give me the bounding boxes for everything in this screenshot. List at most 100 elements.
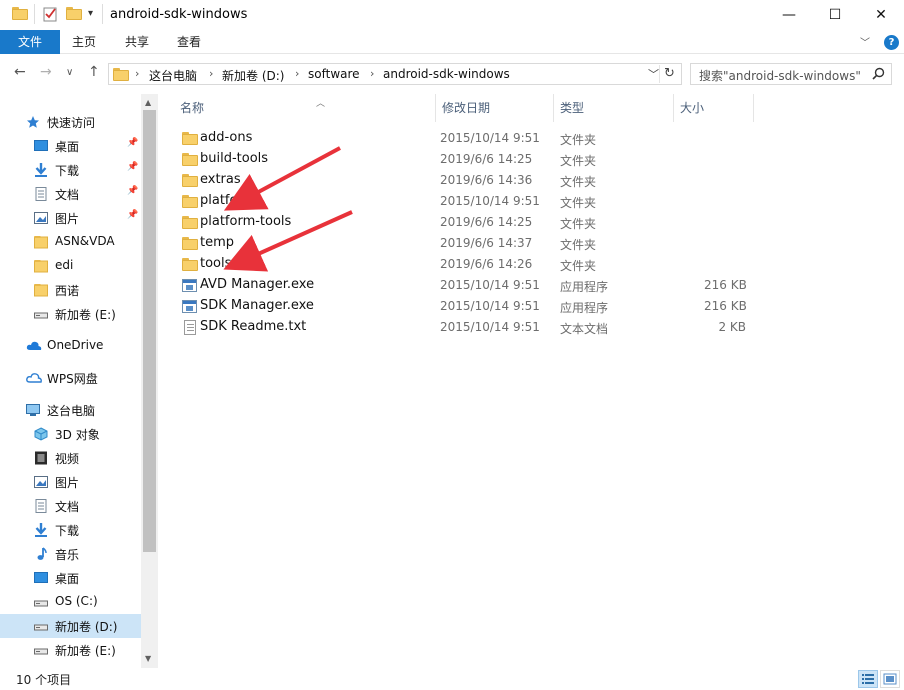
forward-button[interactable]: → bbox=[40, 64, 52, 80]
details-view-button[interactable] bbox=[858, 670, 878, 688]
picture-icon bbox=[34, 211, 48, 225]
file-row[interactable]: add-ons 2015/10/14 9:51 文件夹 bbox=[174, 128, 774, 149]
breadcrumb-software[interactable]: software bbox=[308, 67, 360, 81]
sidebar-item[interactable]: OS (C:) bbox=[0, 590, 141, 614]
sidebar-item-label: 文档 bbox=[55, 500, 80, 514]
sidebar-item-label: 图片 bbox=[55, 476, 80, 490]
sidebar-item[interactable]: 下载 bbox=[0, 518, 141, 542]
sidebar-item-label: 图片 bbox=[55, 212, 80, 226]
file-row[interactable]: platforms 2015/10/14 9:51 文件夹 bbox=[174, 191, 774, 212]
pin-icon[interactable]: 📌 bbox=[127, 138, 138, 148]
cube-icon bbox=[34, 427, 48, 441]
customize-quick-access-icon[interactable]: ▾ bbox=[88, 8, 93, 19]
breadcrumb-android-sdk-windows[interactable]: android-sdk-windows bbox=[383, 67, 510, 81]
file-row[interactable]: build-tools 2019/6/6 14:25 文件夹 bbox=[174, 149, 774, 170]
nav-scrollbar[interactable]: ▲ ▼ bbox=[141, 94, 158, 668]
sidebar-item[interactable]: 图片 bbox=[0, 470, 141, 494]
scroll-down-icon[interactable]: ▼ bbox=[145, 654, 151, 663]
file-date: 2019/6/6 14:25 bbox=[440, 152, 533, 166]
sidebar-item[interactable]: 新加卷 (E:) bbox=[0, 302, 141, 326]
sidebar-item[interactable]: 下载 📌 bbox=[0, 158, 141, 182]
search-input[interactable]: 搜索"android-sdk-windows" bbox=[690, 63, 892, 85]
breadcrumb-drive-d[interactable]: 新加卷 (D:) bbox=[222, 67, 284, 84]
download-icon bbox=[34, 163, 48, 177]
recent-locations-button[interactable]: ∨ bbox=[66, 67, 73, 78]
minimize-button[interactable]: — bbox=[766, 0, 812, 30]
sidebar-item[interactable]: 新加卷 (E:) bbox=[0, 638, 141, 662]
expand-ribbon-icon[interactable]: ﹀ bbox=[860, 34, 870, 49]
file-name: add-ons bbox=[200, 130, 253, 145]
back-button[interactable]: ← bbox=[14, 64, 26, 80]
column-header-name[interactable]: 名称 ︿ bbox=[174, 94, 436, 122]
column-header-type[interactable]: 类型 bbox=[554, 94, 674, 122]
address-dropdown-icon[interactable]: ﹀ bbox=[648, 66, 659, 82]
sidebar-item[interactable]: 3D 对象 bbox=[0, 422, 141, 446]
sidebar-item[interactable]: 文档 bbox=[0, 494, 141, 518]
sidebar-item[interactable]: edi bbox=[0, 254, 141, 278]
large-icons-view-button[interactable] bbox=[880, 670, 900, 688]
breadcrumb-separator[interactable]: › bbox=[135, 67, 139, 80]
tab-file[interactable]: 文件 bbox=[0, 30, 60, 54]
new-folder-icon[interactable] bbox=[66, 7, 82, 21]
tab-view[interactable]: 查看 bbox=[166, 30, 212, 54]
sidebar-item[interactable]: 桌面 bbox=[0, 566, 141, 590]
sidebar-item[interactable]: 图片 📌 bbox=[0, 206, 141, 230]
scrollbar-thumb[interactable] bbox=[143, 110, 156, 552]
refresh-icon[interactable]: ↻ bbox=[659, 65, 679, 83]
file-row[interactable]: temp 2019/6/6 14:37 文件夹 bbox=[174, 233, 774, 254]
folder-icon bbox=[34, 283, 48, 297]
sidebar-item[interactable]: 音乐 bbox=[0, 542, 141, 566]
pin-icon[interactable]: 📌 bbox=[127, 162, 138, 172]
sidebar-item[interactable]: 文档 📌 bbox=[0, 182, 141, 206]
sidebar-item[interactable]: 桌面 📌 bbox=[0, 134, 141, 158]
file-row[interactable]: platform-tools 2019/6/6 14:25 文件夹 bbox=[174, 212, 774, 233]
breadcrumb-separator[interactable]: › bbox=[209, 67, 213, 80]
file-name: SDK Manager.exe bbox=[200, 298, 314, 313]
properties-icon[interactable] bbox=[43, 6, 59, 22]
pin-icon[interactable]: 📌 bbox=[127, 186, 138, 196]
help-icon[interactable]: ? bbox=[884, 35, 899, 50]
desktop-icon bbox=[34, 139, 48, 153]
sidebar-item-label: 下载 bbox=[55, 524, 80, 538]
sidebar-item[interactable]: ASN&VDA bbox=[0, 230, 141, 254]
sidebar-item[interactable]: WPS网盘 bbox=[0, 366, 141, 390]
file-row[interactable]: tools 2019/6/6 14:26 文件夹 bbox=[174, 254, 774, 275]
file-row[interactable]: SDK Manager.exe 2015/10/14 9:51 应用程序 216 KB bbox=[174, 296, 774, 317]
file-name: tools bbox=[200, 256, 232, 271]
sidebar-item[interactable]: 西诺 bbox=[0, 278, 141, 302]
address-bar[interactable]: › 这台电脑 › 新加卷 (D:) › software › android-s… bbox=[108, 63, 682, 85]
sidebar-item[interactable]: 视频 bbox=[0, 446, 141, 470]
close-button[interactable]: ✕ bbox=[858, 0, 904, 30]
breadcrumb-this-pc[interactable]: 这台电脑 bbox=[149, 67, 197, 84]
folder-icon bbox=[34, 235, 48, 249]
sidebar-item-label: OneDrive bbox=[47, 338, 104, 352]
tab-home[interactable]: 主页 bbox=[62, 30, 106, 54]
divider bbox=[34, 4, 35, 24]
file-date: 2019/6/6 14:26 bbox=[440, 257, 533, 271]
tab-share[interactable]: 共享 bbox=[114, 30, 160, 54]
sidebar-item[interactable]: 快速访问 bbox=[0, 110, 141, 134]
sort-ascending-icon: ︿ bbox=[316, 99, 326, 109]
sidebar-item-label: 3D 对象 bbox=[55, 428, 100, 442]
sidebar-item-label: 视频 bbox=[55, 452, 80, 466]
sidebar-item[interactable]: OneDrive bbox=[0, 334, 141, 358]
breadcrumb-separator[interactable]: › bbox=[370, 67, 374, 80]
column-header-size[interactable]: 大小 bbox=[674, 94, 754, 122]
video-icon bbox=[34, 451, 48, 465]
sidebar-item[interactable]: 这台电脑 bbox=[0, 398, 141, 422]
sidebar-item[interactable]: 新加卷 (D:) bbox=[0, 614, 141, 638]
search-icon[interactable] bbox=[872, 67, 885, 84]
file-name: platforms bbox=[200, 193, 263, 208]
pin-icon[interactable]: 📌 bbox=[127, 210, 138, 220]
scroll-up-icon[interactable]: ▲ bbox=[145, 98, 151, 107]
column-name-label: 名称 bbox=[180, 101, 205, 115]
file-row[interactable]: AVD Manager.exe 2015/10/14 9:51 应用程序 216 KB bbox=[174, 275, 774, 296]
maximize-button[interactable]: ☐ bbox=[812, 0, 858, 30]
file-row[interactable]: extras 2019/6/6 14:36 文件夹 bbox=[174, 170, 774, 191]
column-header-date[interactable]: 修改日期 bbox=[436, 94, 554, 122]
sidebar-item-label: edi bbox=[55, 258, 74, 272]
up-button[interactable]: ↑ bbox=[88, 64, 100, 80]
file-name: AVD Manager.exe bbox=[200, 277, 315, 292]
breadcrumb-separator[interactable]: › bbox=[295, 67, 299, 80]
file-row[interactable]: SDK Readme.txt 2015/10/14 9:51 文本文档 2 KB bbox=[174, 317, 774, 338]
